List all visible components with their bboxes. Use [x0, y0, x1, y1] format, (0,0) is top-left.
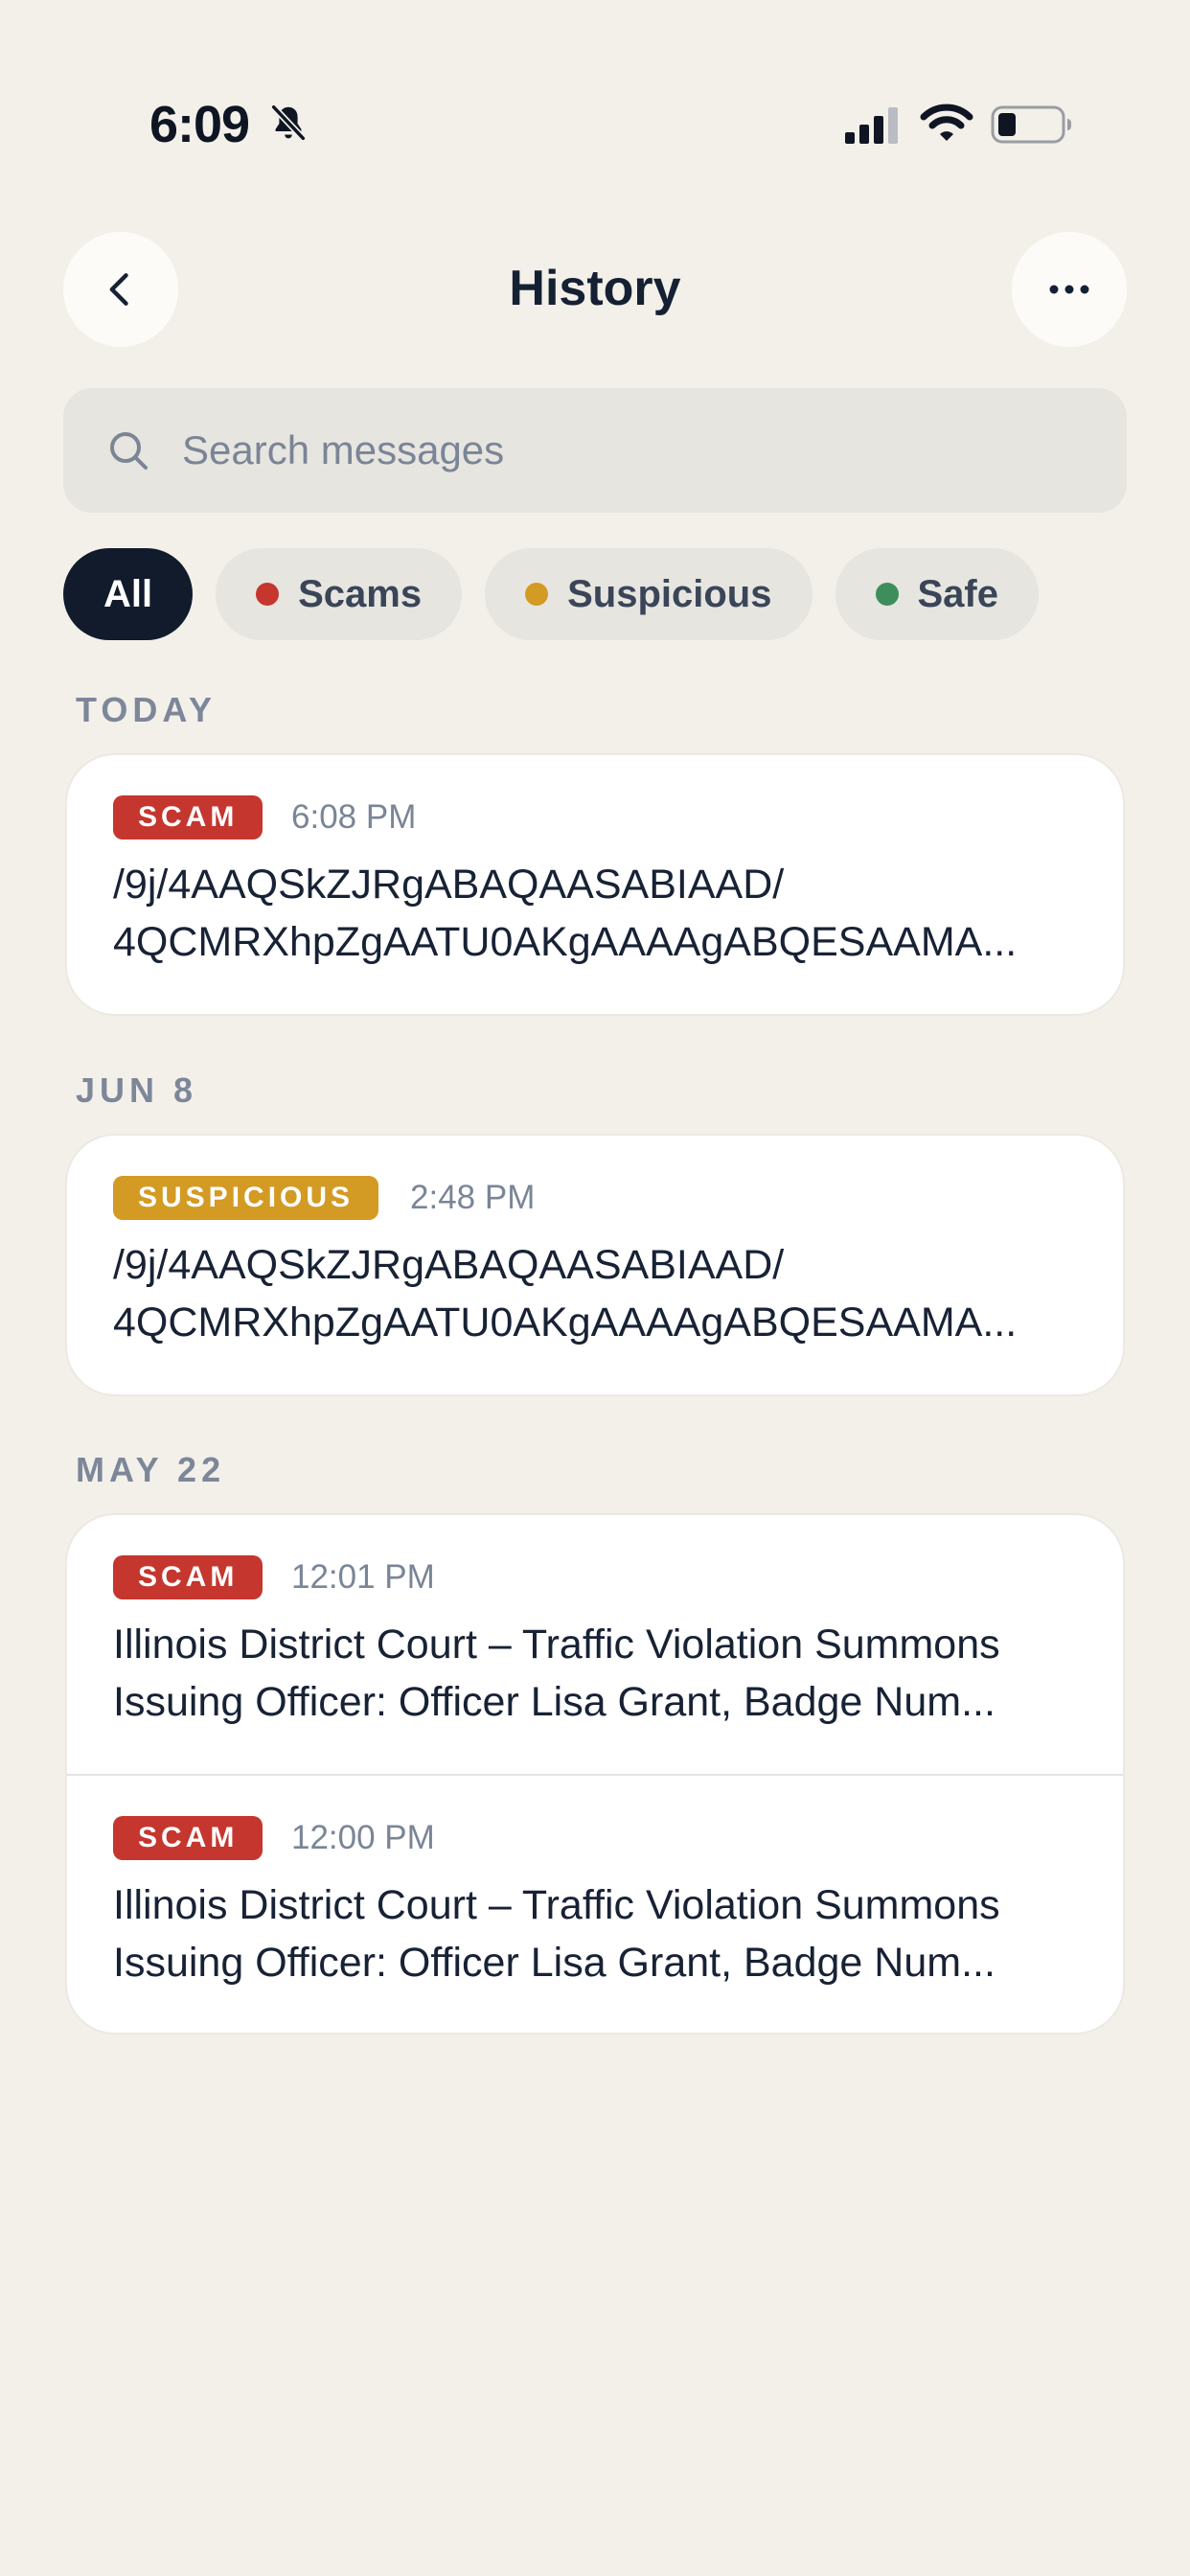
- ellipsis-icon: [1049, 285, 1089, 294]
- item-time: 6:08 PM: [291, 798, 417, 836]
- filter-all-label: All: [103, 572, 153, 615]
- item-time: 2:48 PM: [410, 1179, 536, 1216]
- item-preview-line1: Illinois District Court – Traffic Violat…: [113, 1882, 1000, 1928]
- section-label-today: TODAY: [76, 690, 217, 729]
- search-bar[interactable]: [63, 388, 1127, 513]
- filter-chips: All Scams Suspicious Safe: [63, 548, 1039, 640]
- item-time: 12:00 PM: [291, 1819, 435, 1856]
- history-card: SCAM 12:01 PM Illinois District Court – …: [65, 1513, 1125, 2035]
- item-preview: Illinois District Court – Traffic Violat…: [113, 1616, 1081, 1731]
- status-bar: 6:09: [0, 0, 1190, 192]
- cellular-signal-icon: [845, 107, 898, 144]
- section-label-may-22: MAY 22: [76, 1450, 226, 1489]
- item-preview-line2: Issuing Officer: Officer Lisa Grant, Bad…: [113, 1679, 995, 1725]
- scam-badge: SCAM: [113, 1816, 263, 1860]
- history-card: SCAM 6:08 PM /9j/4AAQSkZJRgABAQAASABIAAD…: [65, 753, 1125, 1016]
- filter-safe[interactable]: Safe: [835, 548, 1039, 640]
- item-preview-line2: Issuing Officer: Officer Lisa Grant, Bad…: [113, 1940, 995, 1986]
- status-time: 6:09: [149, 96, 250, 153]
- battery-icon: [991, 105, 1071, 144]
- item-preview-line2: 4QCMRXhpZgAATU0AKgAAAAgABQESAAMA...: [113, 1300, 1018, 1346]
- history-item[interactable]: SCAM 6:08 PM /9j/4AAQSkZJRgABAQAASABIAAD…: [67, 755, 1123, 1014]
- item-preview: /9j/4AAQSkZJRgABAQAASABIAAD/ 4QCMRXhpZgA…: [113, 1236, 1081, 1351]
- item-preview-line2: 4QCMRXhpZgAATU0AKgAAAAgABQESAAMA...: [113, 919, 1018, 965]
- item-preview-line1: Illinois District Court – Traffic Violat…: [113, 1622, 1000, 1668]
- filter-safe-label: Safe: [917, 572, 999, 615]
- suspicious-badge: SUSPICIOUS: [113, 1176, 379, 1220]
- section-label-jun-8: JUN 8: [76, 1070, 198, 1110]
- item-time: 12:01 PM: [291, 1558, 435, 1596]
- bell-slash-icon: [270, 104, 307, 142]
- history-card: SUSPICIOUS 2:48 PM /9j/4AAQSkZJRgABAQAAS…: [65, 1134, 1125, 1396]
- history-item[interactable]: SCAM 12:00 PM Illinois District Court – …: [67, 1774, 1123, 2033]
- scam-badge: SCAM: [113, 795, 263, 840]
- item-preview: Illinois District Court – Traffic Violat…: [113, 1876, 1081, 1991]
- item-preview-line1: /9j/4AAQSkZJRgABAQAASABIAAD/: [113, 1242, 785, 1288]
- item-preview: /9j/4AAQSkZJRgABAQAASABIAAD/ 4QCMRXhpZgA…: [113, 856, 1081, 971]
- filter-all[interactable]: All: [63, 548, 194, 640]
- suspicious-dot-icon: [525, 583, 549, 606]
- wifi-icon: [920, 104, 973, 141]
- filter-scams-label: Scams: [298, 572, 423, 615]
- search-input[interactable]: [180, 426, 1046, 474]
- filter-suspicious-label: Suspicious: [567, 572, 772, 615]
- history-item[interactable]: SUSPICIOUS 2:48 PM /9j/4AAQSkZJRgABAQAAS…: [67, 1136, 1123, 1394]
- filter-scams[interactable]: Scams: [216, 548, 463, 640]
- scam-dot-icon: [256, 583, 280, 606]
- history-item[interactable]: SCAM 12:01 PM Illinois District Court – …: [67, 1515, 1123, 1774]
- scam-badge: SCAM: [113, 1555, 263, 1599]
- search-icon: [110, 432, 148, 470]
- more-options-button[interactable]: [1012, 232, 1127, 347]
- filter-suspicious[interactable]: Suspicious: [485, 548, 812, 640]
- safe-dot-icon: [875, 583, 899, 606]
- item-preview-line1: /9j/4AAQSkZJRgABAQAASABIAAD/: [113, 862, 785, 908]
